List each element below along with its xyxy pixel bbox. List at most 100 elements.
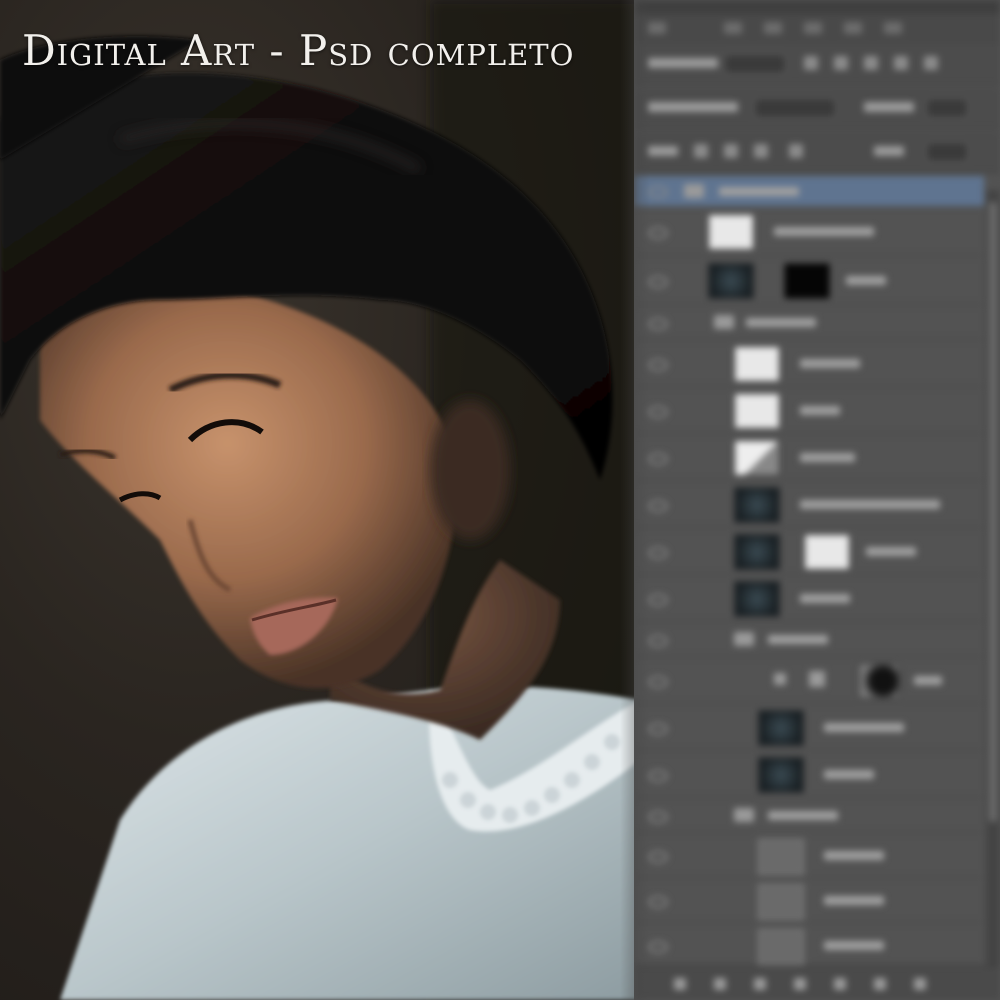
filter-icon[interactable] [864,56,878,70]
eye-icon[interactable] [648,676,668,688]
artwork-photo: Digital Art - Psd completo [0,0,640,1000]
folder-icon [714,315,734,329]
layer-thumbnail [758,757,804,793]
lock-icon[interactable] [789,144,803,158]
layer-thumbnail [734,440,780,476]
eye-icon[interactable] [648,453,668,465]
eye-icon[interactable] [648,359,668,371]
layer-name [800,500,940,509]
eye-icon[interactable] [648,547,668,559]
filter-icon[interactable] [834,56,848,70]
eye-icon[interactable] [648,186,668,198]
layer-row[interactable] [634,878,984,923]
eye-icon[interactable] [648,635,668,647]
scrollbar-thumb[interactable] [989,202,997,822]
folder-icon [734,632,754,646]
eye-icon[interactable] [648,594,668,606]
filter-row[interactable] [634,44,1000,85]
tab-chip[interactable] [804,22,822,34]
eye-icon[interactable] [648,811,668,823]
fx-icon[interactable] [714,978,726,990]
layers-panel [634,0,1000,1000]
layer-name [824,851,884,860]
blend-mode-dropdown[interactable] [754,98,836,118]
filter-dropdown[interactable] [724,54,786,74]
layer-name [846,276,886,285]
layer-name [746,318,816,327]
tab-chip[interactable] [724,22,742,34]
layer-row[interactable] [634,434,984,481]
layer-row[interactable] [634,751,984,798]
eye-icon[interactable] [648,406,668,418]
eye-icon[interactable] [648,770,668,782]
layer-thumbnail [758,839,804,875]
panel-edge-shadow [620,0,650,1000]
layer-row[interactable] [634,256,984,305]
tab-chip[interactable] [648,22,666,34]
layers-panel-content [634,0,1000,1000]
opacity-label [864,102,914,112]
lock-icon[interactable] [754,144,768,158]
eye-icon[interactable] [648,941,668,953]
eye-icon[interactable] [648,227,668,239]
layer-name [914,676,942,685]
eye-icon[interactable] [648,276,668,288]
layer-thumbnail [758,710,804,746]
layer-name [800,594,850,603]
filter-icon[interactable] [894,56,908,70]
eye-icon[interactable] [648,318,668,330]
filter-label [648,58,718,68]
portrait-illustration [0,0,640,1000]
layer-group-row[interactable] [634,622,984,657]
lock-row[interactable] [634,132,1000,173]
layer-row[interactable] [634,657,984,704]
layers-scrollbar[interactable] [986,190,1000,1000]
lock-icon[interactable] [694,144,708,158]
layer-mask-thumbnail [858,663,900,699]
layer-row[interactable] [634,481,984,528]
new-group-icon[interactable] [834,978,846,990]
filter-icon[interactable] [804,56,818,70]
lock-icon[interactable] [724,144,738,158]
eye-icon[interactable] [648,851,668,863]
panel-title-bar [634,0,1000,14]
layer-row[interactable] [634,575,984,622]
page-title: Digital Art - Psd completo [22,26,575,75]
panel-tab-row[interactable] [634,14,1000,44]
layers-bottom-toolbar[interactable] [634,965,1000,1000]
layer-name [774,227,874,236]
layer-row[interactable] [634,340,984,387]
layer-thumbnail [734,534,780,570]
layer-name [800,359,860,368]
tab-chip[interactable] [844,22,862,34]
eye-icon[interactable] [648,500,668,512]
layer-row[interactable] [634,387,984,434]
layer-name [800,406,840,415]
layer-group-row[interactable] [634,798,984,833]
eye-icon[interactable] [648,896,668,908]
mask-icon[interactable] [754,978,766,990]
layer-row[interactable] [634,833,984,878]
layer-thumbnail [758,884,804,920]
layer-row[interactable] [634,704,984,751]
filter-icon[interactable] [924,56,938,70]
link-layers-icon[interactable] [674,978,686,990]
layer-row[interactable] [634,923,984,968]
fill-label [874,146,904,156]
adjustment-layer-icon[interactable] [794,978,806,990]
layer-row[interactable] [634,207,984,256]
layer-group-row[interactable] [634,305,984,340]
eye-icon[interactable] [648,723,668,735]
tab-chip[interactable] [764,22,782,34]
tab-chip[interactable] [884,22,902,34]
opacity-field[interactable] [926,98,968,118]
layer-row[interactable] [634,528,984,575]
new-layer-icon[interactable] [874,978,886,990]
layer-thumbnail [708,263,754,299]
trash-icon[interactable] [914,978,926,990]
layer-row[interactable] [634,176,984,207]
fill-field[interactable] [926,142,968,162]
layer-name [824,770,874,779]
layer-name [866,547,916,556]
blend-mode-row[interactable] [634,88,1000,129]
